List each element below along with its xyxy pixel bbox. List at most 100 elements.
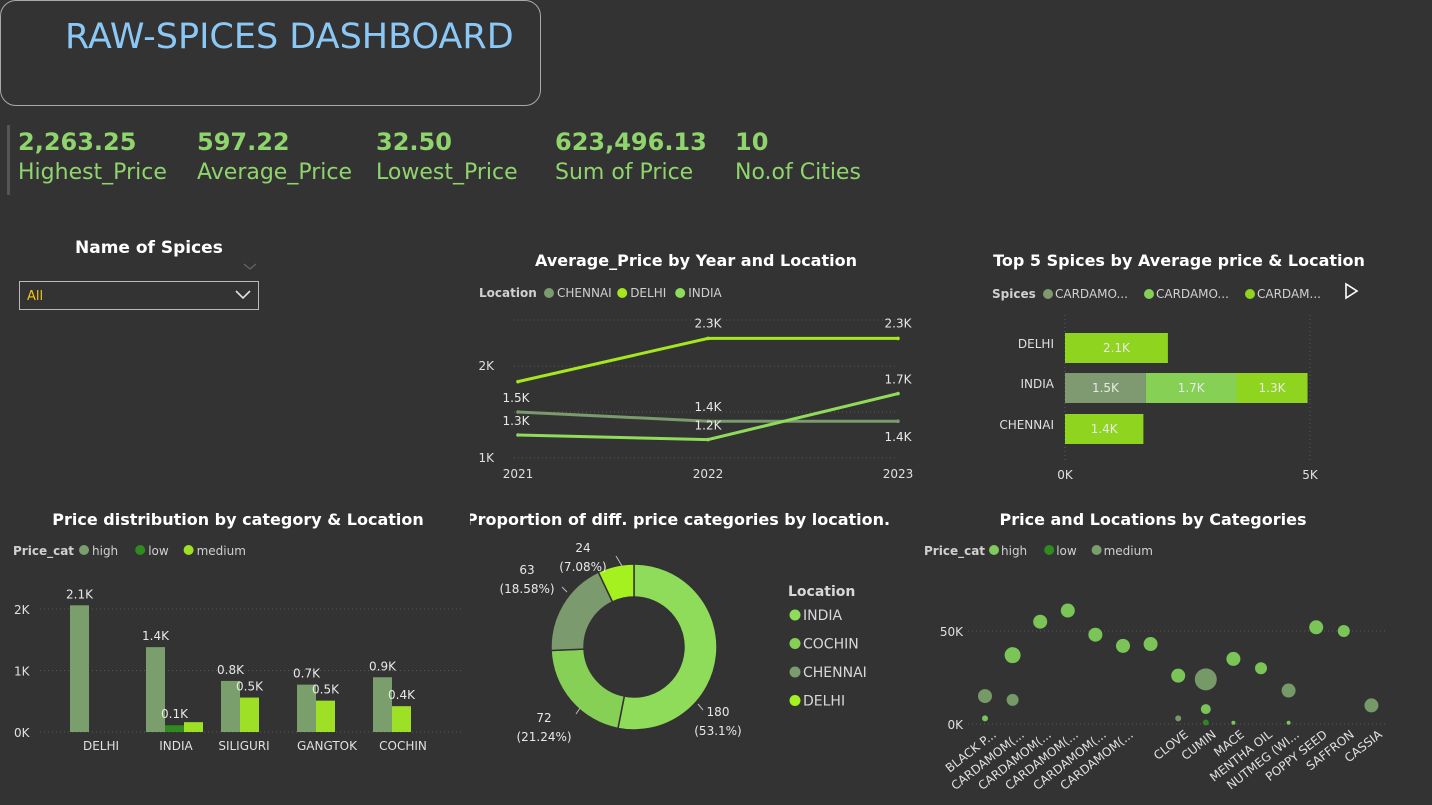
play-icon[interactable] [1345, 282, 1359, 300]
scatter-point [1281, 683, 1296, 698]
leader-line [615, 555, 623, 567]
legend-title: Price_cat [924, 544, 985, 559]
scatter-point [982, 715, 988, 722]
kpi-no-of-cities: 10 No.of Cities [735, 128, 861, 185]
legend-marker [1144, 289, 1154, 299]
scatter-point [1004, 647, 1021, 664]
scatter-point [1175, 715, 1182, 722]
leader-line [697, 703, 704, 711]
y-category-label: INDIA [1020, 377, 1054, 391]
data-label-percent: (18.58%) [499, 582, 554, 596]
spice-dropdown[interactable]: All [19, 281, 259, 310]
kpi-divider [7, 125, 10, 195]
y-tick-label: 0K [14, 726, 31, 740]
legend-title: Spices [992, 287, 1036, 301]
data-label: 1.5K [503, 391, 531, 405]
data-point [516, 379, 520, 384]
scatter-point [1116, 638, 1130, 653]
scatter-point [1231, 720, 1236, 725]
scatter-point [1364, 698, 1379, 713]
legend-item: CARDAMO... [1055, 287, 1128, 301]
scatter-point [1337, 625, 1350, 637]
legend-item: CHENNAI [557, 286, 612, 300]
y-tick-label: 50K [940, 625, 964, 639]
chevron-down-icon[interactable] [242, 262, 258, 272]
legend-item: DELHI [630, 286, 666, 300]
dashboard-title: RAW-SPICES DASHBOARD [65, 17, 514, 57]
data-label: 0.4K [388, 688, 416, 702]
chart-legend: Price_cat high low medium [924, 544, 1153, 559]
data-label: 2.1K [1103, 341, 1131, 355]
data-label: 0.5K [312, 683, 340, 697]
legend-marker [135, 545, 146, 555]
data-point [706, 336, 710, 341]
legend-item: low [148, 544, 169, 558]
scatter-chart: Price and Locations by Categories Price_… [924, 510, 1385, 793]
data-label: 24 [575, 541, 590, 555]
chart-title: Average_Price by Year and Location [535, 251, 857, 270]
chart-legend: Location INDIA COCHIN CHENNAI DELHI [788, 584, 867, 710]
data-label: 1.7K [1178, 381, 1206, 395]
data-label: 63 [519, 563, 534, 577]
data-point [706, 437, 710, 442]
data-label: 1.4K [142, 629, 170, 643]
data-label: 0.8K [217, 663, 245, 677]
y-tick-label: 2K [478, 359, 495, 373]
data-label: 1.4K [695, 400, 723, 414]
legend-marker [989, 545, 999, 555]
chart-legend: Price_cat high low medium [13, 544, 246, 559]
legend-item: DELHI [803, 694, 845, 710]
legend-marker [789, 609, 801, 621]
data-label-percent: (7.08%) [559, 560, 606, 574]
legend-item: CHENNAI [803, 665, 867, 681]
scatter-point [1309, 620, 1324, 635]
kpi-label: Lowest_Price [376, 160, 518, 185]
chart-title: Top 5 Spices by Average price & Location [993, 251, 1365, 270]
scatter-point [1200, 704, 1211, 715]
plot-area: 0K 5K DELHI 2.1K INDIA 1.5K 1.7K 1.3K CHENNAI 1.4… [999, 315, 1319, 482]
x-tick-label: 2023 [883, 467, 914, 481]
title-panel: RAW-SPICES DASHBOARD [0, 0, 541, 106]
y-tick-label: 0K [947, 718, 964, 732]
legend-marker [789, 695, 801, 706]
data-label: 2.3K [885, 316, 913, 330]
x-category-label: GANGTOK [297, 739, 358, 753]
data-label: 1.2K [695, 419, 723, 433]
y-tick-label: 2K [14, 603, 31, 617]
legend-item: CARDAM... [1257, 287, 1321, 301]
data-label: 0.9K [369, 659, 397, 673]
kpi-sum-of-price: 623,496.13 Sum of Price [555, 128, 707, 185]
legend-item: high [92, 544, 118, 558]
data-label: 0.1K [161, 707, 189, 721]
kpi-value: 597.22 [197, 128, 290, 156]
plot-area: 180 (53.1%) 72 (21.24%) 63 (18.58%) 24 (7.08%) [499, 541, 741, 744]
data-point [896, 419, 900, 423]
kpi-value: 2,263.25 [18, 128, 137, 156]
series-line [517, 336, 898, 384]
scatter-point [1202, 719, 1209, 726]
kpi-value: 10 [735, 128, 769, 156]
leader-line [561, 586, 568, 593]
chart-legend: Location CHENNAI DELHI INDIA [479, 286, 722, 300]
legend-marker [79, 545, 89, 555]
slicer-title: Name of Spices [75, 238, 223, 258]
scatter-point [1171, 668, 1186, 683]
data-label-percent: (53.1%) [694, 724, 741, 738]
data-label-percent: (21.24%) [516, 730, 571, 744]
bar [165, 725, 184, 732]
kpi-label: Highest_Price [18, 160, 167, 185]
kpi-value: 32.50 [376, 128, 452, 156]
scatter-point [1143, 637, 1158, 652]
legend-item: high [1001, 544, 1027, 558]
scatter-point [978, 689, 992, 704]
bar [184, 722, 203, 732]
legend-item: INDIA [803, 608, 843, 624]
kpi-label: Average_Price [197, 160, 353, 185]
bar [240, 697, 259, 732]
data-label: 2.1K [66, 587, 94, 601]
legend-marker [183, 545, 194, 555]
legend-marker [675, 288, 686, 298]
legend-marker [544, 288, 554, 298]
plot-area: 0K50KBLACK P...CARDAMOM(...CARDAMOM(...C… [940, 603, 1385, 793]
dropdown-value: All [27, 289, 44, 304]
